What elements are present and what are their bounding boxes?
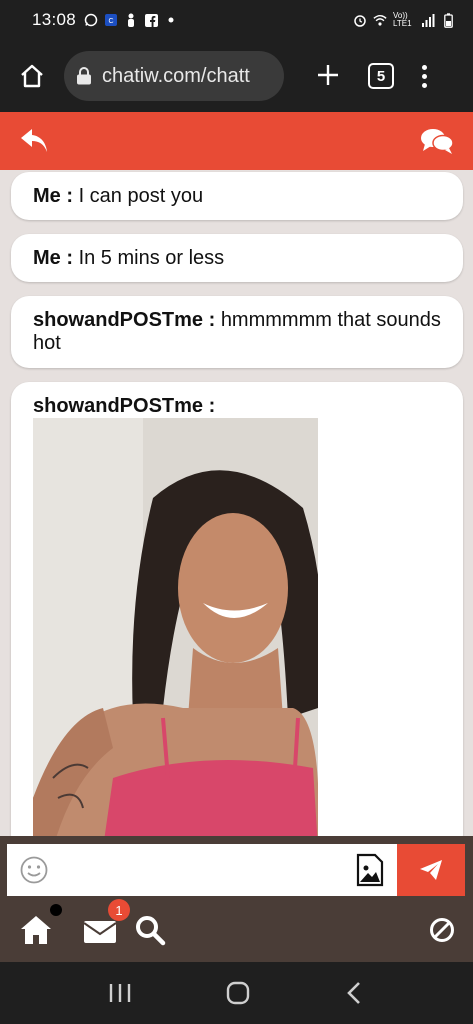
block-button[interactable]	[429, 917, 455, 943]
message-text: I can post you	[78, 185, 204, 207]
new-tab-button[interactable]	[310, 58, 346, 94]
plus-icon	[318, 65, 338, 85]
shared-photo[interactable]	[33, 418, 318, 836]
app-notification-icon: C	[104, 13, 118, 27]
system-back-button[interactable]	[342, 979, 368, 1007]
image-upload-button[interactable]	[355, 853, 385, 887]
browser-home-button[interactable]	[14, 58, 50, 94]
chat-header	[0, 112, 473, 170]
online-indicator-dot	[50, 904, 62, 916]
search-icon	[136, 916, 166, 946]
chat-message: showandPOSTme : hmmmmmm that sounds hot	[11, 296, 463, 368]
photo-placeholder	[33, 418, 318, 836]
recents-icon	[109, 984, 131, 1002]
emoji-icon	[20, 856, 48, 884]
whatsapp-icon	[84, 13, 98, 27]
message-sender: Me :	[33, 247, 73, 269]
back-chevron-icon	[347, 982, 361, 1004]
block-icon	[430, 918, 454, 942]
back-button[interactable]	[18, 126, 52, 156]
battery-icon	[441, 12, 455, 28]
system-navigation-bar	[0, 962, 473, 1024]
browser-toolbar: chatiw.com/chatt 5	[0, 40, 473, 112]
message-sender: showandPOSTme :	[33, 395, 216, 417]
status-time: 13:08	[32, 10, 77, 29]
app-home-button[interactable]	[18, 904, 62, 948]
browser-menu-button[interactable]	[422, 64, 427, 88]
send-plane-icon	[420, 860, 442, 880]
menu-dot	[422, 73, 427, 79]
inbox-button[interactable]: 1	[82, 899, 130, 945]
app-bottom-bar: 1	[0, 898, 473, 962]
signal-icon	[421, 13, 435, 27]
image-file-icon	[356, 853, 384, 887]
home-icon	[21, 64, 43, 88]
network-label: Vo)) LTE1	[393, 11, 412, 28]
person-icon	[124, 13, 138, 27]
lock-icon	[77, 67, 91, 85]
message-input[interactable]	[49, 844, 355, 896]
chat-message: Me : I can post you	[11, 172, 463, 220]
recent-apps-button[interactable]	[105, 980, 135, 1006]
status-left: 13:08 C	[32, 10, 178, 30]
message-composer	[0, 836, 473, 898]
more-notifications-dot	[164, 13, 178, 27]
notification-icons: C	[84, 13, 178, 27]
facebook-icon	[144, 13, 158, 27]
emoji-button[interactable]	[19, 855, 49, 885]
chat-message: Me : In 5 mins or less	[11, 234, 463, 282]
message-text: In 5 mins or less	[78, 247, 225, 269]
send-button[interactable]	[397, 844, 465, 896]
chat-message-image: showandPOSTme :	[11, 382, 463, 836]
url-text: chatiw.com/chatt	[102, 64, 250, 87]
menu-dot	[422, 64, 427, 70]
address-bar[interactable]: chatiw.com/chatt	[64, 51, 284, 101]
system-home-button[interactable]	[224, 979, 252, 1007]
unread-badge: 1	[108, 899, 130, 921]
message-sender: Me :	[33, 185, 73, 207]
menu-dot	[422, 82, 427, 88]
alarm-icon	[353, 13, 367, 27]
status-right: Vo)) LTE1	[353, 12, 455, 28]
reply-arrow-icon	[21, 129, 47, 152]
svg-text:C: C	[109, 18, 114, 25]
composer-inner	[7, 844, 465, 896]
search-button[interactable]	[134, 914, 166, 946]
home-icon	[21, 916, 51, 944]
status-bar: 13:08 C Vo)) LTE1	[0, 0, 473, 40]
chat-messages[interactable]: Me : I can post you Me : In 5 mins or le…	[0, 170, 473, 836]
wifi-icon	[373, 13, 387, 27]
chat-bubbles-icon	[421, 129, 454, 154]
tab-switcher-button[interactable]: 5	[368, 63, 394, 89]
tab-count: 5	[376, 67, 386, 85]
conversations-button[interactable]	[419, 126, 455, 156]
home-circle-icon	[227, 981, 250, 1005]
message-sender: showandPOSTme :	[33, 309, 216, 331]
